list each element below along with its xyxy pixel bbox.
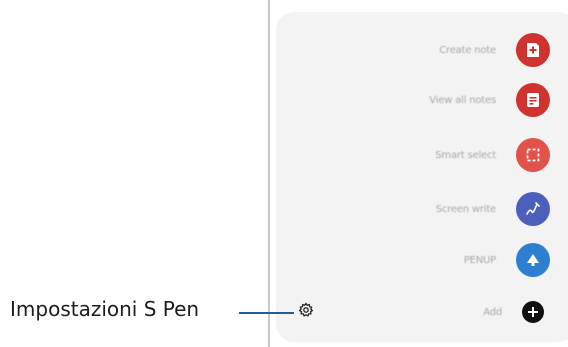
view-all-notes-icon: [516, 83, 550, 117]
air-command-item-screen-write[interactable]: Screen write: [276, 189, 566, 229]
page: Create note View all notes Smart select: [0, 0, 568, 347]
screen-write-icon: [516, 192, 550, 226]
add-icon: [522, 301, 544, 323]
menu-label: Smart select: [435, 149, 496, 161]
menu-label: Create note: [439, 44, 496, 56]
menu-label: PENUP: [463, 254, 496, 266]
air-command-item-create-note[interactable]: Create note: [276, 30, 566, 70]
menu-label: View all notes: [429, 94, 496, 106]
menu-label: Add: [483, 306, 502, 318]
callout-line: [239, 312, 294, 314]
create-note-icon: [516, 33, 550, 67]
settings-button[interactable]: [296, 302, 316, 322]
gear-icon: [298, 302, 314, 322]
callout-label: Impostazioni S Pen: [10, 297, 200, 321]
smart-select-icon: [516, 138, 550, 172]
menu-label: Screen write: [435, 203, 497, 215]
penup-icon: [516, 243, 550, 277]
air-command-item-view-all-notes[interactable]: View all notes: [276, 80, 566, 120]
air-command-item-penup[interactable]: PENUP: [276, 240, 566, 280]
air-command-item-add[interactable]: Add: [276, 292, 566, 332]
air-command-item-smart-select[interactable]: Smart select: [276, 135, 566, 175]
